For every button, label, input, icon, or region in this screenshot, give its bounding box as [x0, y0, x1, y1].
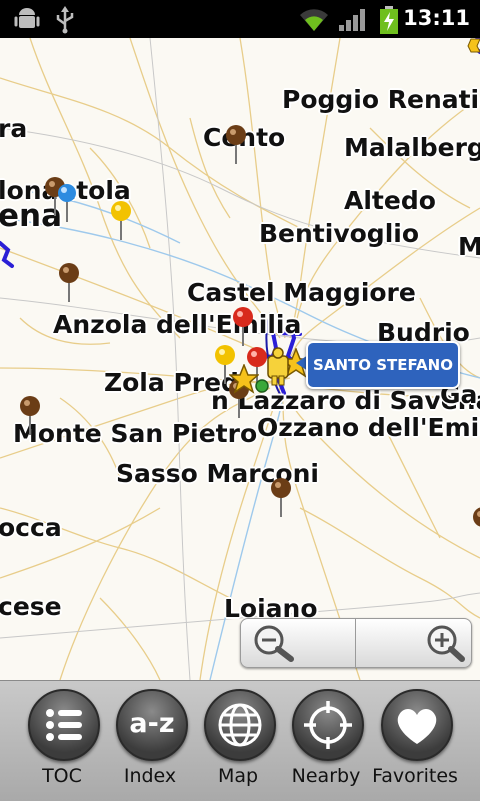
place-label[interactable]: cese [0, 594, 62, 619]
android-debug-icon [14, 8, 40, 28]
bottom-nav: TOC a-z Index Map Nearby Favorites [0, 680, 480, 801]
place-label[interactable]: Anzola dell'Emilia [53, 312, 301, 337]
nav-label: Index [123, 765, 177, 787]
blue-pin-icon[interactable] [54, 182, 80, 222]
zoom-out-icon [254, 625, 294, 662]
heart-icon [381, 689, 453, 761]
nav-favorites-button[interactable]: Favorites [370, 685, 460, 797]
signal-icon [339, 9, 365, 31]
brown-pin-icon[interactable] [223, 124, 249, 164]
green-marker-icon[interactable] [254, 378, 270, 394]
place-label[interactable]: Altedo [344, 188, 436, 213]
zoom-out-button[interactable] [241, 619, 356, 667]
map-view[interactable]: Poggio Renatic ra Cento Malalberg lonant… [0, 38, 480, 680]
zoom-control [240, 618, 472, 668]
nav-label: Favorites [372, 765, 458, 787]
brown-pin-icon[interactable] [17, 395, 43, 435]
place-label[interactable]: M [458, 234, 480, 259]
callout-label: SANTO STEFANO [313, 356, 453, 374]
zoom-in-button[interactable] [356, 619, 470, 667]
brown-pin-icon[interactable] [268, 477, 294, 517]
star-icon[interactable] [465, 38, 480, 54]
place-label[interactable]: Poggio Renatic [282, 87, 480, 112]
location-callout[interactable]: SANTO STEFANO [306, 341, 460, 389]
nav-label: Nearby [291, 765, 361, 787]
crosshair-icon [292, 689, 364, 761]
brown-pin-icon[interactable] [56, 262, 82, 302]
a-z-glyph: a-z [129, 708, 175, 739]
a-z-icon: a-z [116, 689, 188, 761]
place-label[interactable]: ra [0, 116, 27, 141]
nav-label: TOC [42, 765, 82, 787]
nav-nearby-button[interactable]: Nearby [281, 685, 371, 797]
list-icon [28, 689, 100, 761]
nav-toc-button[interactable]: TOC [17, 685, 107, 797]
clock: 13:11 [403, 6, 470, 30]
usb-icon [56, 6, 74, 34]
place-label[interactable]: occa [0, 515, 62, 540]
nav-map-button[interactable]: Map [193, 685, 283, 797]
yellow-pin-icon[interactable] [108, 200, 134, 240]
brown-pin-icon[interactable] [470, 506, 480, 546]
place-label[interactable]: Monte San Pietro [13, 421, 257, 446]
globe-icon [204, 689, 276, 761]
zoom-in-icon [427, 625, 465, 662]
wifi-icon [300, 9, 328, 32]
status-bar: 13:11 [0, 0, 480, 38]
place-label[interactable]: Malalberg [344, 135, 480, 160]
place-label[interactable]: Bentivoglio [259, 221, 419, 246]
place-label[interactable]: Ozzano dell'Emil [257, 415, 480, 440]
place-label[interactable]: Castel Maggiore [187, 280, 416, 305]
nav-label: Map [217, 765, 259, 787]
battery-charging-icon [380, 6, 398, 34]
nav-index-button[interactable]: a-z Index [105, 685, 195, 797]
red-pin-icon[interactable] [230, 306, 256, 346]
